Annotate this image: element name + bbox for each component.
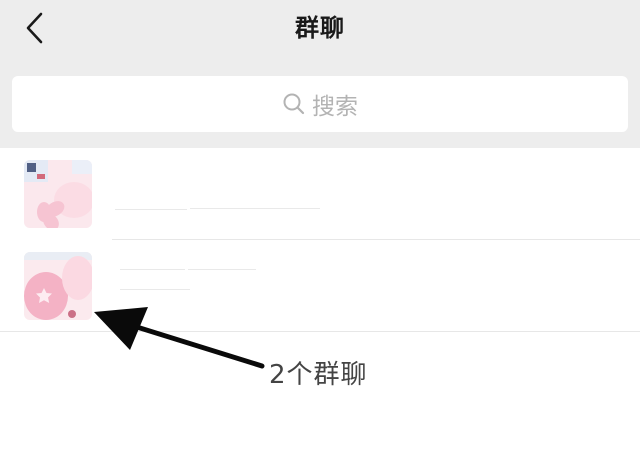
group-chat-item[interactable]: [0, 148, 640, 240]
row-divider: [0, 331, 640, 332]
group-avatar: [24, 252, 92, 320]
group-chat-item[interactable]: [0, 240, 640, 332]
redacted-group-preview: [190, 208, 320, 209]
page-title: 群聊: [295, 14, 345, 42]
search-placeholder: 搜索: [312, 94, 358, 120]
group-avatar: [24, 160, 92, 228]
redacted-group-preview: [120, 289, 190, 290]
redacted-group-name: [115, 209, 187, 210]
search-bar[interactable]: 搜索: [12, 76, 628, 132]
group-count-label: 2个群聊: [269, 360, 368, 390]
group-chat-list: [0, 148, 640, 332]
top-bar: 群聊 搜索: [0, 0, 640, 148]
redacted-group-name: [120, 269, 185, 270]
redacted-group-name: [188, 269, 256, 270]
search-icon: [283, 93, 305, 115]
